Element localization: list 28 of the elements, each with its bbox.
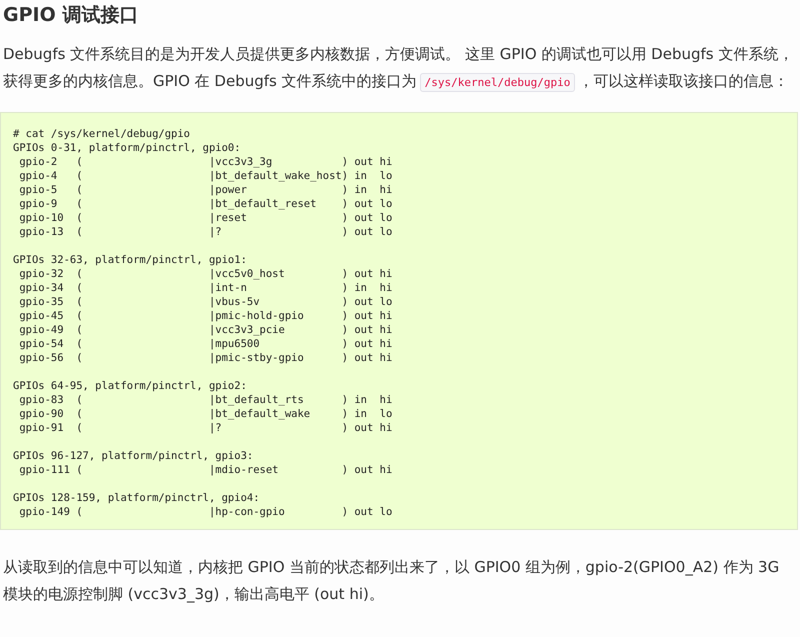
code-line: GPIOs 32-63, platform/pinctrl, gpio1:	[13, 253, 247, 267]
code-line: GPIOs 64-95, platform/pinctrl, gpio2:	[13, 379, 247, 393]
code-line: gpio-32 ( |vcc5v0_host ) out hi	[18, 267, 392, 281]
intro-paragraph: Debugfs 文件系统目的是为开发人员提供更多内核数据，方便调试。 这里 GPIO 的调试也可以用 Debugfs 文件系统，获得更多的内核信息。GPIO 在 Debugfs 文件系统中的接口为 /sys/kernel/debug/gpio ，可以这样读取该接口的信息：	[3, 44, 794, 94]
code-line: gpio-111 ( |mdio-reset ) out hi	[18, 463, 392, 477]
code-line: gpio-13 ( |? ) out lo	[18, 225, 392, 239]
code-line: gpio-91 ( |? ) out hi	[18, 421, 392, 435]
code-line: GPIOs 96-127, platform/pinctrl, gpio3:	[13, 449, 254, 463]
code-line: gpio-5 ( |power ) in hi	[18, 183, 392, 197]
code-line: gpio-4 ( |bt_default_wake_host) in lo	[18, 169, 392, 183]
code-line: gpio-10 ( |reset ) out lo	[18, 211, 392, 225]
code-line: GPIOs 0-31, platform/pinctrl, gpio0:	[13, 141, 241, 155]
inline-code: /sys/kernel/debug/gpio	[420, 73, 576, 92]
code-line: gpio-54 ( |mpu6500 ) out hi	[18, 337, 392, 351]
code-line: GPIOs 128-159, platform/pinctrl, gpio4:	[13, 491, 260, 505]
summary-paragraph: 从读取到的信息中可以知道，内核把 GPIO 当前的状态都列出来了，以 GPIO0 组为例，gpio-2(GPIO0_A2) 作为 3G 模块的电源控制脚 (vcc3v3_3g)，输出高电平 (out hi)。	[3, 557, 780, 605]
code-line: gpio-56 ( |pmic-stby-gpio ) out hi	[18, 351, 392, 365]
code-line: gpio-35 ( |vbus-5v ) out lo	[18, 295, 392, 309]
code-line: gpio-45 ( |pmic-hold-gpio ) out hi	[18, 309, 392, 323]
code-line: gpio-2 ( |vcc3v3_3g ) out hi	[18, 155, 392, 169]
code-line: gpio-83 ( |bt_default_rts ) in hi	[18, 393, 392, 407]
code-line: gpio-9 ( |bt_default_reset ) out lo	[18, 197, 392, 211]
section-heading: GPIO 调试接口	[3, 3, 140, 27]
code-line: gpio-90 ( |bt_default_wake ) in lo	[18, 407, 392, 421]
code-line: gpio-149 ( |hp-con-gpio ) out lo	[18, 505, 392, 519]
code-line: # cat /sys/kernel/debug/gpio	[13, 127, 190, 141]
code-line: gpio-34 ( |int-n ) in hi	[18, 281, 392, 295]
code-line: gpio-49 ( |vcc3v3_pcie ) out hi	[18, 323, 392, 337]
